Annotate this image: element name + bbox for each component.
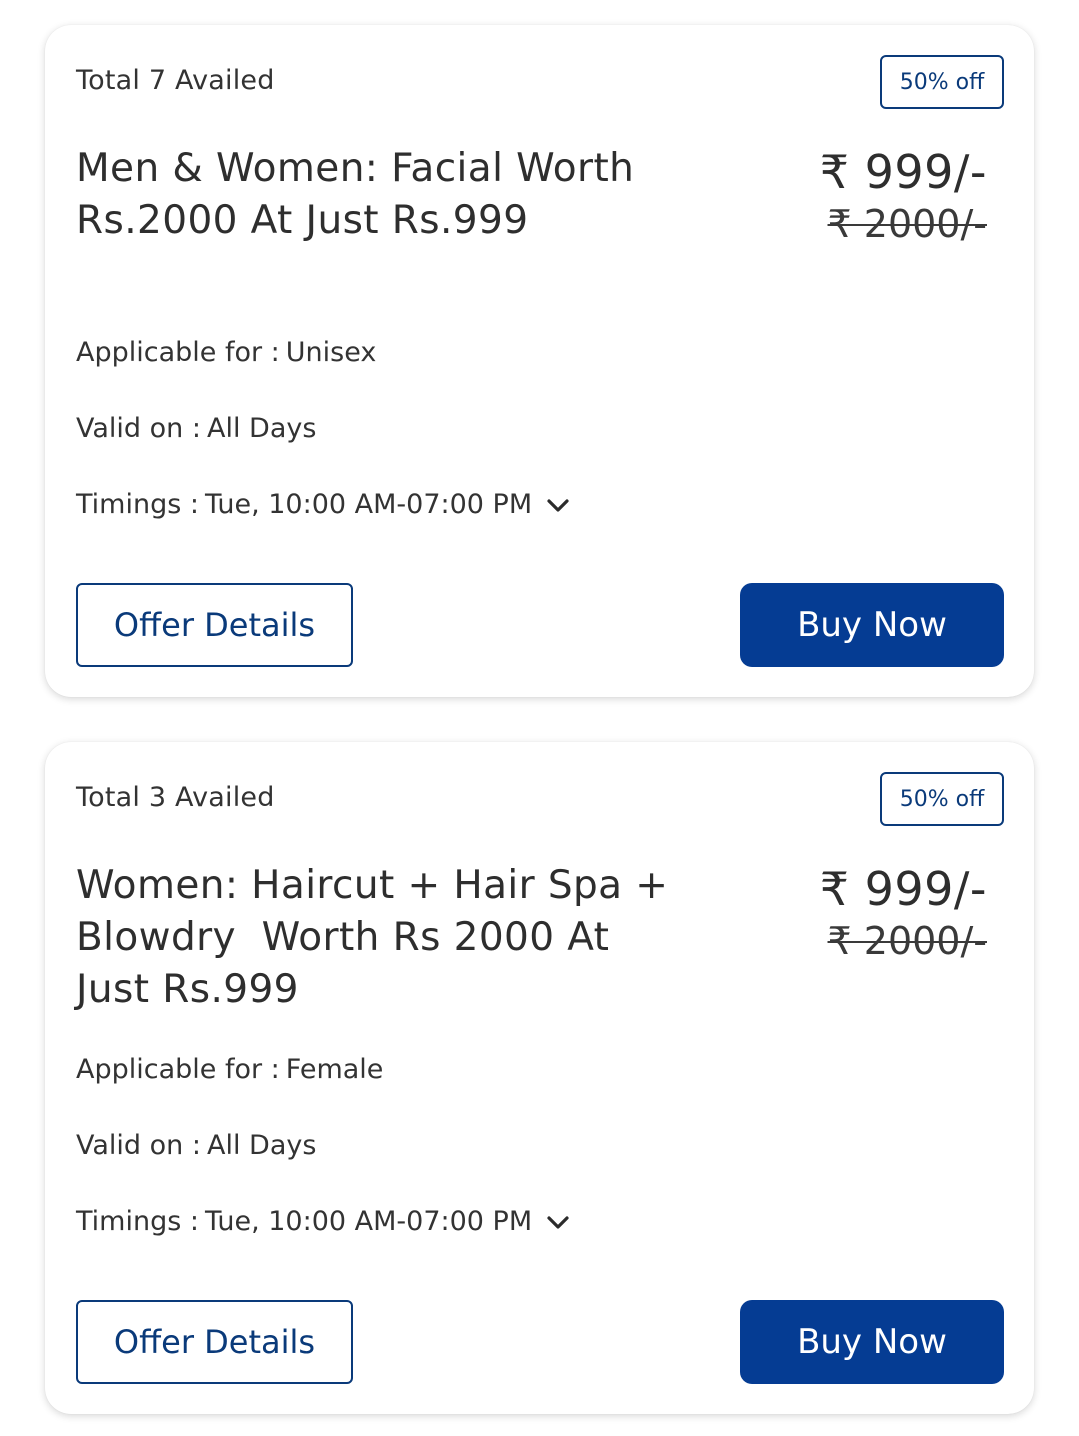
offer-title: Men & Women: Facial Worth Rs.2000 At Jus…	[76, 146, 648, 243]
valid-on-row: Valid on : All Days	[76, 1130, 316, 1161]
valid-on-value: All Days	[206, 1130, 317, 1161]
timings-row[interactable]: Timings : Tue, 10:00 AM-07:00 PM	[76, 1206, 572, 1237]
offer-details-button[interactable]: Offer Details	[76, 1300, 353, 1384]
availed-count: Total 3 Availed	[76, 782, 275, 813]
discount-badge: 50% off	[880, 55, 1004, 109]
applicable-for-label: Applicable for :	[76, 337, 280, 368]
valid-on-row: Valid on : All Days	[76, 413, 316, 444]
availed-count: Total 7 Availed	[76, 65, 275, 96]
timings-row[interactable]: Timings : Tue, 10:00 AM-07:00 PM	[76, 489, 572, 520]
discount-badge: 50% off	[880, 772, 1004, 826]
applicable-for-value: Unisex	[285, 337, 377, 368]
chevron-down-icon[interactable]	[544, 1208, 572, 1236]
offer-details-button[interactable]: Offer Details	[76, 583, 353, 667]
timings-label: Timings :	[76, 489, 199, 520]
timings-value: Tue, 10:00 AM-07:00 PM	[204, 1206, 533, 1237]
chevron-down-icon[interactable]	[544, 491, 572, 519]
offer-card: Total 7 Availed 50% off Men & Women: Fac…	[45, 25, 1034, 697]
valid-on-label: Valid on :	[76, 1130, 201, 1161]
applicable-for-row: Applicable for : Unisex	[76, 337, 376, 368]
offer-card: Total 3 Availed 50% off Women: Haircut +…	[45, 742, 1034, 1414]
applicable-for-row: Applicable for : Female	[76, 1054, 383, 1085]
price-block: ₹ 999/- ₹ 2000/-	[820, 860, 987, 964]
valid-on-value: All Days	[206, 413, 317, 444]
offer-title: Women: Haircut + Hair Spa + Blowdry Wort…	[76, 863, 682, 1012]
timings-value: Tue, 10:00 AM-07:00 PM	[204, 489, 533, 520]
timings-label: Timings :	[76, 1206, 199, 1237]
valid-on-label: Valid on :	[76, 413, 201, 444]
buy-now-button[interactable]: Buy Now	[740, 1300, 1004, 1384]
offer-price: ₹ 999/-	[819, 862, 987, 916]
original-price: ₹ 2000/-	[827, 202, 987, 246]
applicable-for-value: Female	[285, 1054, 384, 1085]
original-price: ₹ 2000/-	[827, 919, 987, 963]
applicable-for-label: Applicable for :	[76, 1054, 280, 1085]
offer-price: ₹ 999/-	[819, 145, 987, 199]
buy-now-button[interactable]: Buy Now	[740, 583, 1004, 667]
price-block: ₹ 999/- ₹ 2000/-	[820, 143, 987, 247]
